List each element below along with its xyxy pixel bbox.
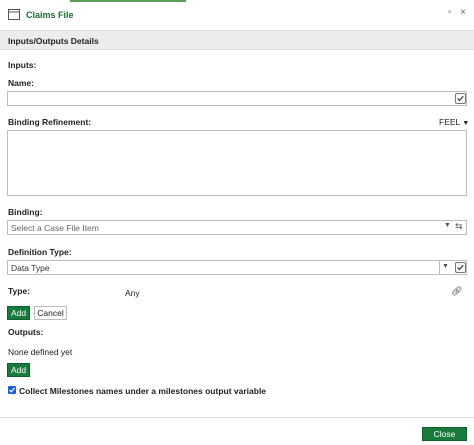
add-output-button[interactable]: Add xyxy=(7,363,30,377)
select-divider xyxy=(439,260,440,275)
outputs-empty-text: None defined yet xyxy=(8,347,73,357)
folder-icon xyxy=(8,9,20,20)
binding-placeholder: Select a Case File Item xyxy=(11,223,99,233)
maximize-icon[interactable]: ▫ xyxy=(448,8,452,18)
definition-confirm-icon[interactable] xyxy=(455,262,466,273)
milestones-checkbox[interactable] xyxy=(8,386,16,394)
binding-refinement-label: Binding Refinement: xyxy=(8,117,92,127)
name-input[interactable] xyxy=(7,91,467,106)
top-accent-bar xyxy=(70,0,186,2)
link-refresh-icon[interactable]: ⇆ xyxy=(455,221,463,232)
type-value: Any xyxy=(125,288,140,298)
add-input-button[interactable]: Add xyxy=(7,306,30,320)
definition-type-label: Definition Type: xyxy=(8,247,72,257)
binding-select[interactable]: Select a Case File Item xyxy=(7,220,467,235)
feel-dropdown[interactable]: FEEL ▼ xyxy=(439,117,469,127)
milestones-checkbox-label: Collect Milestones names under a milesto… xyxy=(19,386,267,396)
footer-divider xyxy=(0,417,474,418)
binding-label: Binding: xyxy=(8,207,43,217)
outputs-heading: Outputs: xyxy=(8,327,44,337)
definition-chevron-down-icon[interactable]: ▼ xyxy=(442,263,449,270)
link-icon[interactable]: 🔗︎ xyxy=(451,286,462,297)
close-button[interactable]: Close xyxy=(422,427,467,441)
definition-type-value: Data Type xyxy=(11,263,50,273)
window-title: Claims File xyxy=(26,10,74,20)
binding-chevron-down-icon[interactable]: ▼ xyxy=(444,222,451,229)
chevron-down-icon: ▼ xyxy=(462,120,470,127)
type-label: Type: xyxy=(8,286,31,296)
section-title: Inputs/Outputs Details xyxy=(8,36,99,46)
definition-type-select[interactable]: Data Type xyxy=(7,260,467,275)
binding-refinement-textarea[interactable] xyxy=(7,130,467,196)
close-icon[interactable]: × xyxy=(460,8,466,18)
cancel-input-button[interactable]: Cancel xyxy=(34,306,67,320)
name-confirm-icon[interactable] xyxy=(455,93,466,104)
name-label: Name: xyxy=(8,78,34,88)
inputs-heading: Inputs: xyxy=(8,60,37,70)
feel-label: FEEL xyxy=(439,117,460,127)
